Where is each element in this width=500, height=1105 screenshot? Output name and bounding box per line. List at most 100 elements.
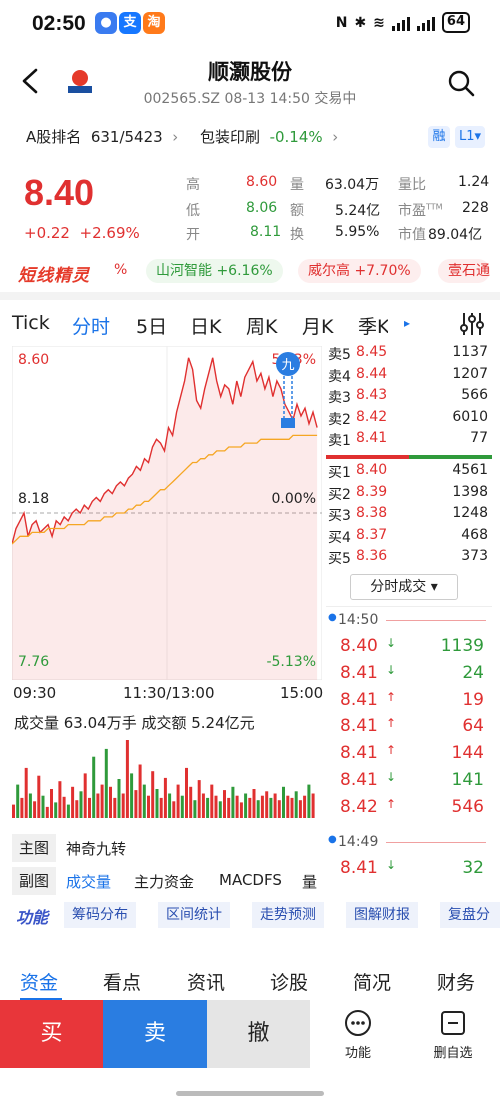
tick-trades[interactable]: ● 14:50 8.40 ↓ 1139 8.41 ↓ 24 8.41 ↑ 19 8.41 ↑ 64 8.… xyxy=(326,606,492,896)
message-app-icon: ● xyxy=(95,12,117,34)
btab-profile[interactable]: 简况 xyxy=(353,968,391,995)
tab-intraday[interactable]: 分时 xyxy=(72,312,110,339)
ask-volume: 566 xyxy=(461,387,488,404)
high-label: 高 xyxy=(186,177,200,193)
tick-volume: 546 xyxy=(451,796,484,817)
buy-button[interactable]: 买 xyxy=(0,1000,103,1068)
tick-price: 8.42 xyxy=(340,796,378,817)
chart-tabs: Tick 分时 5日 日K 周K 月K 季K ▸ xyxy=(0,306,500,346)
bid-volume: 468 xyxy=(461,526,488,543)
home-indicator xyxy=(176,1091,324,1096)
btab-funds[interactable]: 资金 xyxy=(20,968,58,995)
btab-diagnosis[interactable]: 诊股 xyxy=(270,968,308,995)
ask-row[interactable]: 卖5 8.45 1137 xyxy=(326,344,492,366)
func-chip-interval-stats[interactable]: 区间统计 xyxy=(158,902,230,928)
volume-bar xyxy=(239,802,243,818)
func-chip-financial-chart[interactable]: 图解财报 xyxy=(346,902,418,928)
func-chip-distribution[interactable]: 筹码分布 xyxy=(64,902,136,928)
sub-indicator-more[interactable]: 量 xyxy=(302,871,317,892)
tab-monthly-k[interactable]: 月K xyxy=(302,312,333,339)
ask-volume: 1207 xyxy=(452,365,488,382)
volume-bar xyxy=(223,790,226,818)
function-label: 功能 xyxy=(344,1046,371,1061)
bid-row[interactable]: 买1 8.40 4561 xyxy=(326,462,492,484)
amount-value: 5.24亿 xyxy=(335,203,381,219)
tab-daily-k[interactable]: 日K xyxy=(190,312,221,339)
taobao-app-icon: 淘 xyxy=(143,12,165,34)
volume-bar xyxy=(88,797,91,818)
volume-bar xyxy=(282,786,285,818)
pe-value: 228 xyxy=(462,200,489,216)
remove-watchlist-button[interactable]: 删自选 xyxy=(423,1008,483,1061)
short-line-banner[interactable]: 短线精灵 % 山河智能 +6.16% 威尔高 +7.70% 壹石通 xyxy=(0,254,500,288)
volume-bar xyxy=(294,791,298,818)
volume-bar xyxy=(54,802,58,818)
bid-price: 8.40 xyxy=(356,461,388,478)
banner-chip-1[interactable]: 山河智能 +6.16% xyxy=(146,259,283,283)
nine-turn-marker-icon[interactable]: 九 xyxy=(274,350,302,434)
btab-finance[interactable]: 财务 xyxy=(437,968,475,995)
level-badge[interactable]: L1▾ xyxy=(455,126,485,148)
ask-row[interactable]: 卖4 8.44 1207 xyxy=(326,366,492,388)
ask-row[interactable]: 卖2 8.42 6010 xyxy=(326,409,492,431)
ask-row[interactable]: 卖1 8.41 77 xyxy=(326,430,492,452)
arrow-down-icon: ↓ xyxy=(386,858,397,872)
main-indicator-value[interactable]: 神奇九转 xyxy=(66,838,126,859)
ask-volume: 77 xyxy=(470,430,488,447)
tab-tick[interactable]: Tick xyxy=(12,312,50,334)
volume-bar xyxy=(100,784,104,818)
tick-row: 8.41 ↑ 64 xyxy=(326,716,492,742)
status-icons: N ✱ ≋ 64 xyxy=(336,12,470,33)
a-share-rank[interactable]: A股排名 631/5423 › xyxy=(26,126,178,147)
more-tabs-icon[interactable]: ▸ xyxy=(404,316,410,330)
sub-indicator-main-funds[interactable]: 主力资金 xyxy=(134,871,194,892)
chart-settings-icon[interactable] xyxy=(458,310,486,338)
volume-bar xyxy=(83,773,87,818)
order-book: 卖5 8.45 1137 卖4 8.44 1207 卖3 8.43 566 卖2 8.42 6010 卖… xyxy=(326,344,492,570)
intraday-chart[interactable]: 8.60 8.18 7.76 5.13% 0.00% -5.13% 九 xyxy=(11,345,323,681)
banner-chip-2[interactable]: 威尔高 +7.70% xyxy=(298,259,421,283)
function-button[interactable]: 功能 xyxy=(328,1008,388,1061)
tab-quarterly-k[interactable]: 季K xyxy=(358,312,388,339)
volume-chart[interactable] xyxy=(12,736,322,818)
bid-row[interactable]: 买5 8.36 373 xyxy=(326,548,492,570)
search-icon[interactable] xyxy=(446,68,476,98)
margin-badge[interactable]: 融 xyxy=(428,126,450,148)
bid-row[interactable]: 买3 8.38 1248 xyxy=(326,505,492,527)
volume-bar xyxy=(50,789,53,818)
function-icon xyxy=(345,1010,371,1036)
sub-indicator-row: 副图 成交量 主力资金 MACDFS 量 xyxy=(12,867,324,895)
tab-weekly-k[interactable]: 周K xyxy=(246,312,277,339)
tab-5day[interactable]: 5日 xyxy=(136,312,167,339)
func-chip-trend-forecast[interactable]: 走势预测 xyxy=(252,902,324,928)
volume-bar xyxy=(201,793,205,818)
sector-link[interactable]: 包装印刷 -0.14% › xyxy=(200,126,338,147)
cancel-order-button[interactable]: 撤 xyxy=(207,1000,310,1068)
banner-chip-3[interactable]: 壹石通 xyxy=(438,259,490,283)
func-chip-review[interactable]: 复盘分 xyxy=(440,902,500,928)
amount-label: 额 xyxy=(290,203,304,219)
btab-news[interactable]: 资讯 xyxy=(187,968,225,995)
volume-bar xyxy=(307,784,311,818)
sell-button[interactable]: 卖 xyxy=(103,1000,207,1068)
bid-row[interactable]: 买4 8.37 468 xyxy=(326,527,492,549)
ask-price: 8.43 xyxy=(356,387,388,404)
volume-bar xyxy=(45,806,49,818)
stock-header: 顺灏股份 002565.SZ 08-13 14:50 交易中 xyxy=(0,48,500,114)
tick-section-dot-2: ● xyxy=(328,834,337,845)
sub-indicator-volume[interactable]: 成交量 xyxy=(66,871,111,892)
sub-indicator-macdfs[interactable]: MACDFS xyxy=(219,871,282,889)
ask-level-label: 卖5 xyxy=(328,347,351,363)
bid-level-label: 买5 xyxy=(328,551,351,568)
bid-row[interactable]: 买2 8.39 1398 xyxy=(326,484,492,506)
volume-bar xyxy=(244,793,248,818)
axis-mid-price: 8.18 xyxy=(18,491,50,507)
ask-row[interactable]: 卖3 8.43 566 xyxy=(326,387,492,409)
btab-highlights[interactable]: 看点 xyxy=(103,968,141,995)
ask-level-label: 卖2 xyxy=(328,411,351,428)
arrow-down-icon: ↓ xyxy=(386,770,397,784)
trade-detail-dropdown[interactable]: 分时成交 ▾ xyxy=(350,574,458,600)
volume-bar xyxy=(168,793,172,818)
wifi-icon: ≋ xyxy=(373,14,385,31)
bid-levels: 买1 8.40 4561 买2 8.39 1398 买3 8.38 1248 买4 8.37 468 买… xyxy=(326,462,492,570)
